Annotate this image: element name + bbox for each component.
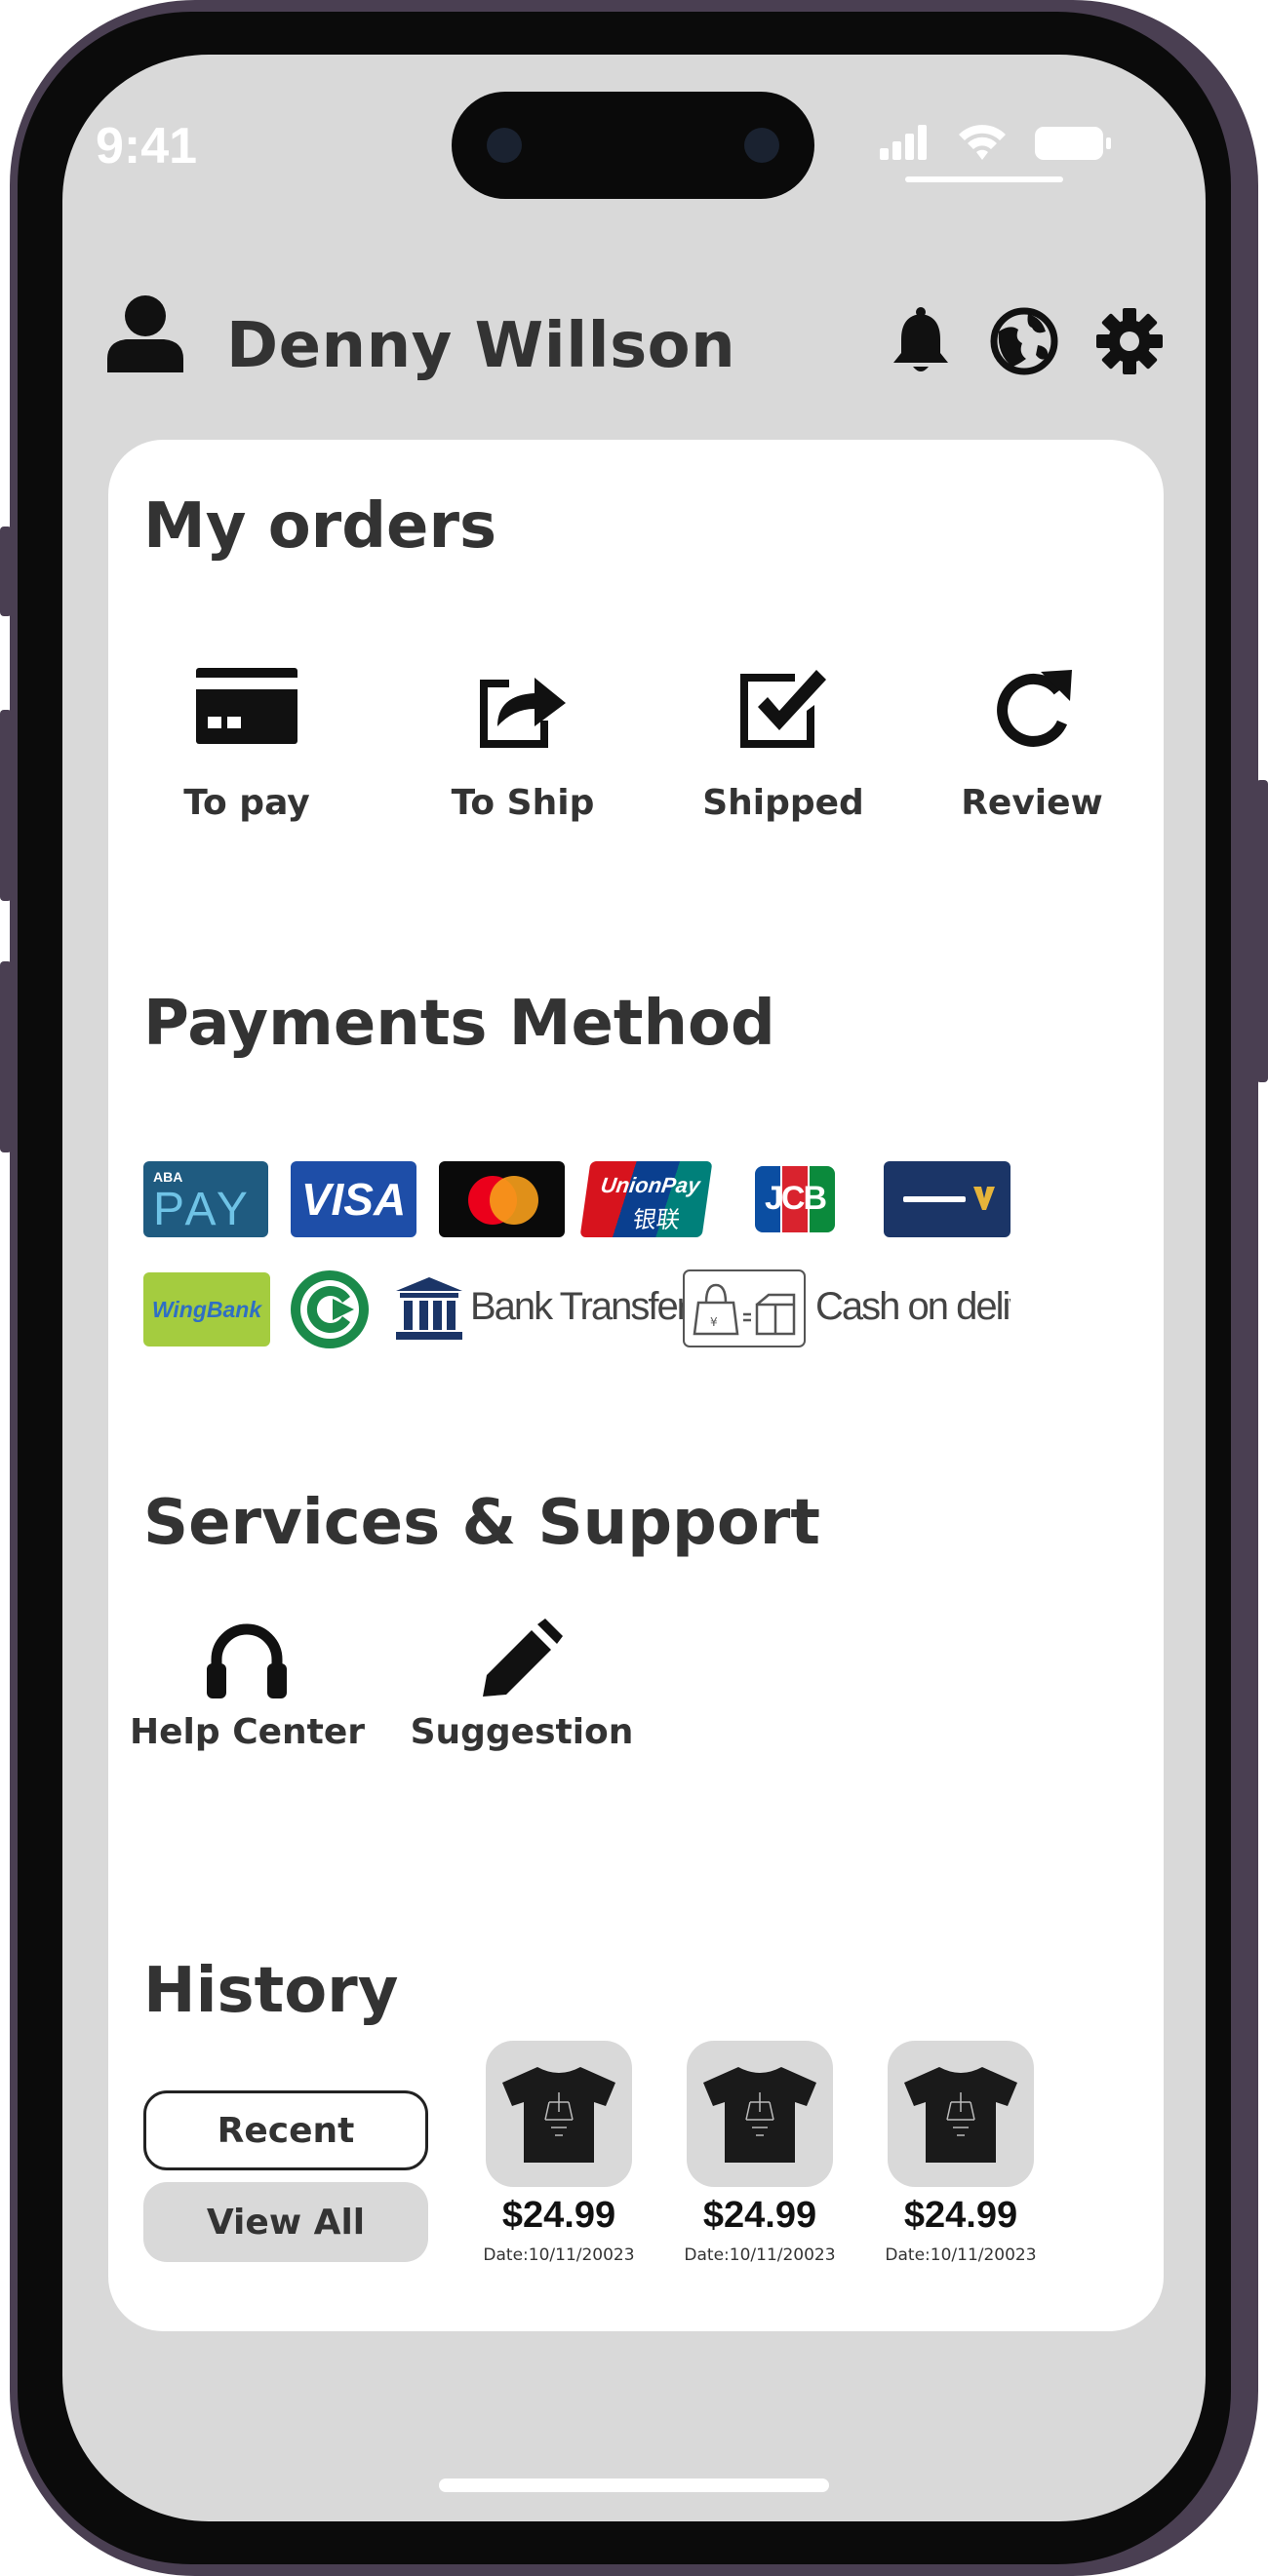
- help-center-label: Help Center: [130, 1712, 366, 1752]
- help-center-button[interactable]: Help Center: [130, 1619, 366, 1775]
- order-shipped[interactable]: Shipped: [686, 666, 881, 832]
- suggestion-button[interactable]: Suggestion: [405, 1619, 639, 1775]
- view-all-button[interactable]: View All: [143, 2182, 428, 2262]
- battery-icon: [1035, 127, 1103, 160]
- bell-icon[interactable]: [886, 306, 956, 376]
- history-price: $24.99: [501, 2195, 616, 2236]
- history-thumbnail: [888, 2041, 1034, 2187]
- battery-cap: [1106, 137, 1111, 149]
- jcb-text: JCB: [764, 1180, 827, 1217]
- suggestion-label: Suggestion: [410, 1712, 634, 1752]
- svg-text:¥: ¥: [710, 1315, 718, 1329]
- user-name: Denny Willson: [226, 310, 736, 382]
- credit-card-icon: [196, 668, 297, 744]
- camera-lens-right: [744, 128, 779, 163]
- camera-lens-left: [487, 128, 522, 163]
- order-to-ship[interactable]: To Ship: [425, 666, 620, 832]
- history-thumbnail: [687, 2041, 833, 2187]
- mastercard-logo: [439, 1161, 565, 1237]
- order-label-to-pay: To pay: [183, 783, 310, 823]
- order-to-pay[interactable]: To pay: [149, 666, 344, 832]
- status-time: 9:41: [95, 118, 198, 175]
- globe-icon[interactable]: [989, 306, 1059, 376]
- check-square-icon: [740, 670, 826, 748]
- history-price: $24.99: [903, 2195, 1018, 2236]
- wifi-icon: [959, 125, 1006, 160]
- cash-on-delivery-label: Cash on delivery: [815, 1285, 1010, 1328]
- order-label-shipped: Shipped: [702, 783, 864, 823]
- history-date: Date:10/11/20023: [885, 2245, 1037, 2265]
- aba-pay-logo: ABA PAY: [143, 1161, 268, 1237]
- wing-bank-logo: WingBank: [143, 1272, 270, 1347]
- bank-building-icon: [396, 1277, 462, 1340]
- unionpay-cn-text: 银联: [631, 1207, 682, 1233]
- order-label-to-ship: To Ship: [451, 783, 595, 823]
- order-review[interactable]: Review: [934, 666, 1129, 832]
- history-item[interactable]: $24.99 Date:10/11/20023: [684, 2041, 836, 2275]
- history-price: $24.99: [702, 2195, 817, 2236]
- signal-icon: [880, 125, 929, 160]
- person-icon[interactable]: [105, 294, 185, 372]
- history-title: History: [143, 1955, 399, 2027]
- services-title: Services & Support: [143, 1487, 820, 1559]
- dynamic-island: [452, 92, 814, 199]
- tshirt-icon: [703, 2067, 816, 2163]
- side-button-volume-up: [0, 710, 12, 901]
- side-button-action: [0, 527, 12, 616]
- wing-text: WingBank: [151, 1296, 262, 1322]
- order-label-review: Review: [961, 783, 1103, 823]
- unionpay-logo: UnionPay 银联: [579, 1161, 713, 1237]
- history-thumbnail: [486, 2041, 632, 2187]
- home-indicator[interactable]: [439, 2478, 829, 2492]
- tshirt-icon: [904, 2067, 1017, 2163]
- share-box-icon: [480, 678, 566, 748]
- gear-icon[interactable]: [1094, 306, 1165, 376]
- payments-title: Payments Method: [143, 988, 775, 1060]
- headphones-icon: [207, 1623, 287, 1698]
- recent-button[interactable]: Recent: [143, 2090, 428, 2170]
- orders-title: My orders: [143, 490, 497, 563]
- side-button-power: [1256, 780, 1268, 1082]
- visa-logo: VISA: [291, 1161, 416, 1237]
- visa-text: VISA: [300, 1174, 407, 1225]
- bank-logo-navy: [884, 1161, 1010, 1237]
- history-item[interactable]: $24.99 Date:10/11/20023: [885, 2041, 1037, 2275]
- cash-on-delivery-icon: ¥: [683, 1269, 806, 1347]
- status-underline: [905, 176, 1063, 182]
- refresh-icon: [997, 670, 1072, 747]
- history-date: Date:10/11/20023: [684, 2245, 836, 2265]
- tshirt-icon: [502, 2067, 615, 2163]
- unionpay-text: UnionPay: [599, 1173, 702, 1197]
- pencil-icon: [483, 1619, 563, 1697]
- history-item[interactable]: $24.99 Date:10/11/20023: [483, 2041, 635, 2275]
- bank-transfer-label: Bank Transfer: [470, 1285, 690, 1328]
- history-date: Date:10/11/20023: [483, 2245, 635, 2265]
- chip-mong-bank-logo: [291, 1270, 369, 1348]
- aba-big-text: PAY: [153, 1184, 252, 1235]
- side-button-volume-down: [0, 961, 12, 1152]
- jcb-logo: JCB: [755, 1166, 835, 1232]
